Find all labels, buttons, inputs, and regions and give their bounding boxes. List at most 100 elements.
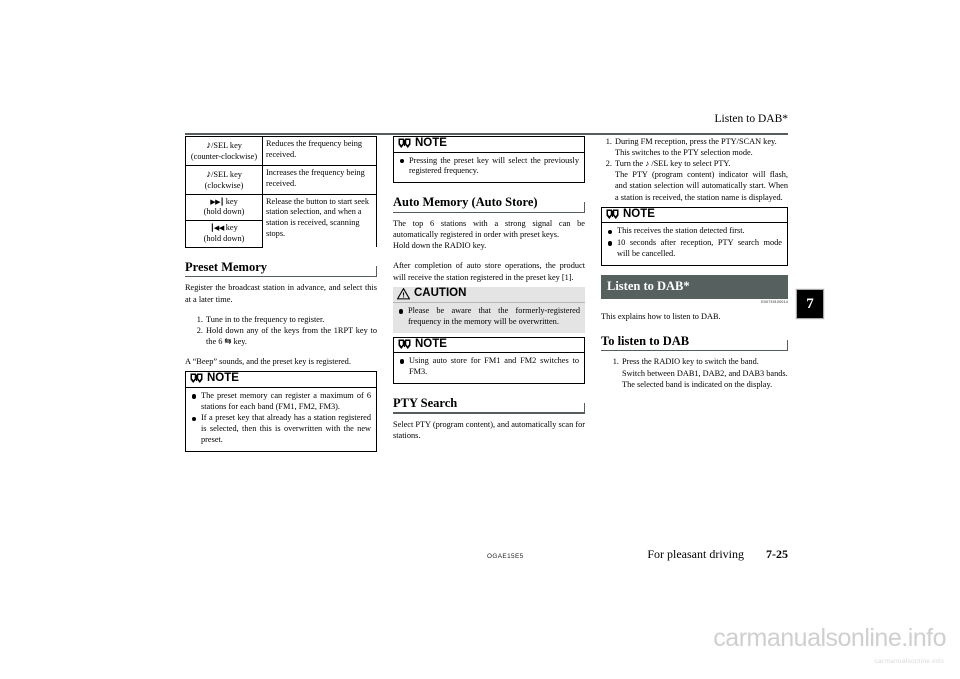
section-heading-label: Auto Memory (Auto Store) (393, 195, 538, 210)
note-bullet-list: Pressing the preset key will select the … (399, 156, 579, 178)
column-left: ♪/SEL key (counter-clockwise) Reduces th… (185, 136, 377, 453)
preset-memory-steps: Tune in to the frequency to register. Ho… (185, 314, 377, 347)
heading-rule (393, 211, 585, 214)
caution-label: CAUTION (414, 286, 467, 299)
note-box-title: NOTE (394, 338, 584, 354)
description-cell: Increases the frequency being received. (262, 164, 377, 195)
list-item: Press the RADIO key to switch the band. … (608, 356, 788, 389)
document-reference-code: E00739100014 (761, 299, 788, 304)
note-label: NOTE (207, 372, 239, 385)
key-cell: ♪/SEL key (clockwise) (185, 164, 263, 195)
table-row: ♪/SEL key (clockwise) Increases the freq… (185, 164, 377, 195)
note-box-title: NOTE (186, 372, 376, 388)
note-bullet-list: The preset memory can register a maximum… (191, 391, 371, 447)
step-main-text: Press the RADIO key to switch the band. (622, 357, 759, 367)
list-item: During FM reception, press the PTY/SCAN … (601, 136, 788, 158)
section-heading-label: Preset Memory (185, 259, 268, 274)
key-function-table: ♪/SEL key (counter-clockwise) Reduces th… (185, 136, 377, 248)
caution-box: CAUTION Please be aware that the formerl… (393, 286, 585, 333)
heading-rule (393, 412, 585, 414)
list-item: Please be aware that the formerly-regist… (398, 306, 580, 328)
list-item: This receives the station detected first… (607, 226, 782, 237)
key-sub-label: (clockwise) (204, 180, 244, 190)
step-sub-text: This switches to the PTY selection mode. (615, 148, 753, 158)
open-book-icon (398, 339, 411, 350)
footer-document-code: OGAE15E5 (487, 553, 524, 560)
page-header: Listen to DAB* (185, 113, 788, 135)
open-book-icon (606, 209, 619, 220)
footer-section-label: For pleasant driving (647, 547, 744, 561)
list-item: Pressing the preset key will select the … (399, 156, 579, 178)
pty-search-steps: During FM reception, press the PTY/SCAN … (601, 136, 788, 203)
caution-box-body: Please be aware that the formerly-regist… (393, 303, 585, 333)
manual-page: Listen to DAB* ♪/SEL key (counter-clockw… (0, 0, 960, 679)
note-label: NOTE (415, 337, 447, 350)
list-item: If a preset key that already has a stati… (191, 413, 371, 446)
heading-endcap (375, 266, 377, 278)
caution-box-title: CAUTION (393, 286, 585, 303)
key-cell: ┃◀◀ key (hold down) (185, 220, 263, 248)
note-box-auto-store: NOTE Using auto store for FM1 and FM2 sw… (393, 336, 585, 384)
footer-right: For pleasant driving 7-25 (647, 547, 788, 562)
section-heading-preset-memory: Preset Memory (185, 259, 377, 278)
step-sub-text: Switch between DAB1, DAB2, and DAB3 band… (622, 368, 788, 378)
description-cell: Release the button to start seek station… (262, 193, 377, 248)
watermark-sub: carmanualsonline.info (874, 658, 944, 665)
table-row: ♪/SEL key (counter-clockwise) Reduces th… (185, 136, 377, 166)
key-sub-label: (hold down) (203, 233, 245, 243)
listen-to-dab-intro: This explains how to listen to DAB. (601, 311, 721, 321)
warning-triangle-icon (397, 287, 410, 300)
heading-rule (601, 349, 788, 352)
preset-memory-intro: Register the broadcast station in advanc… (185, 283, 377, 304)
section-heading-to-listen-to-dab: To listen to DAB (601, 333, 788, 352)
pty-search-paragraph: Select PTY (program content), and automa… (393, 419, 585, 440)
note-bullet-list: Using auto store for FM1 and FM2 switche… (399, 356, 579, 378)
footer-page-number: 7-25 (766, 547, 788, 561)
watermark-main: carmanualsonline.info (713, 624, 946, 652)
rewind-icon: ┃◀◀ (210, 224, 224, 233)
list-item: Tune in to the frequency to register. (192, 314, 325, 325)
heading-endcap (583, 402, 585, 414)
preset-memory-after-text: A “Beep” sounds, and the preset key is r… (185, 356, 351, 366)
step-sub-text: The selected band is indicated on the di… (622, 379, 773, 389)
step-main-text: During FM reception, press the PTY/SCAN … (615, 137, 777, 146)
page-header-title: Listen to DAB* (714, 113, 788, 125)
description-cell: Reduces the frequency being received. (262, 136, 377, 166)
list-item: The preset memory can register a maximum… (191, 391, 371, 413)
table-row: ▶▶┃ key (hold down) Release the button t… (185, 193, 377, 248)
heading-endcap (583, 202, 585, 214)
key-sub-label: (hold down) (203, 207, 245, 217)
key-cell: ♪/SEL key (counter-clockwise) (185, 136, 263, 166)
fast-forward-icon: ▶▶┃ (210, 197, 224, 206)
list-item: Hold down any of the keys from the 1RPT … (192, 325, 377, 346)
section-heading-auto-memory: Auto Memory (Auto Store) (393, 194, 585, 214)
open-book-icon (190, 373, 203, 384)
to-listen-to-dab-steps: Press the RADIO key to switch the band. … (601, 356, 788, 389)
note-bullet-list: This receives the station detected first… (607, 226, 782, 260)
note-box-title: NOTE (602, 208, 787, 224)
column-right: During FM reception, press the PTY/SCAN … (601, 136, 788, 390)
note-box-title: NOTE (394, 137, 584, 153)
list-item: Turn the ♪ /SEL key to select PTY. The P… (601, 158, 788, 202)
step-main-text: Turn the ♪ /SEL key to select PTY. (615, 159, 731, 169)
auto-memory-paragraph-3: After completion of auto store operation… (393, 261, 585, 282)
note-box-body: Pressing the preset key will select the … (394, 153, 584, 183)
list-item: Using auto store for FM1 and FM2 switche… (399, 356, 579, 378)
caution-bullet-list: Please be aware that the formerly-regist… (398, 306, 580, 328)
chapter-tab-number: 7 (797, 290, 823, 318)
note-box-pty-search: NOTE This receives the station detected … (601, 206, 788, 266)
key-cell: ▶▶┃ key (hold down) (185, 193, 263, 222)
note-box-body: The preset memory can register a maximum… (186, 388, 376, 452)
note-box-preset-memory: NOTE The preset memory can register a ma… (185, 371, 377, 453)
heading-rule (185, 275, 377, 278)
note-box-body: This receives the station detected first… (602, 223, 787, 265)
section-heading-pty-search: PTY Search (393, 395, 585, 414)
section-heading-label: To listen to DAB (601, 333, 690, 348)
open-book-icon (398, 138, 411, 149)
heading-endcap (786, 340, 788, 352)
banner-heading-label: Listen to DAB* (607, 278, 690, 293)
step-sub-text: The PTY (program content) indicator will… (615, 170, 788, 202)
note-label: NOTE (623, 207, 655, 220)
header-divider (185, 133, 788, 135)
note-label: NOTE (415, 137, 447, 149)
